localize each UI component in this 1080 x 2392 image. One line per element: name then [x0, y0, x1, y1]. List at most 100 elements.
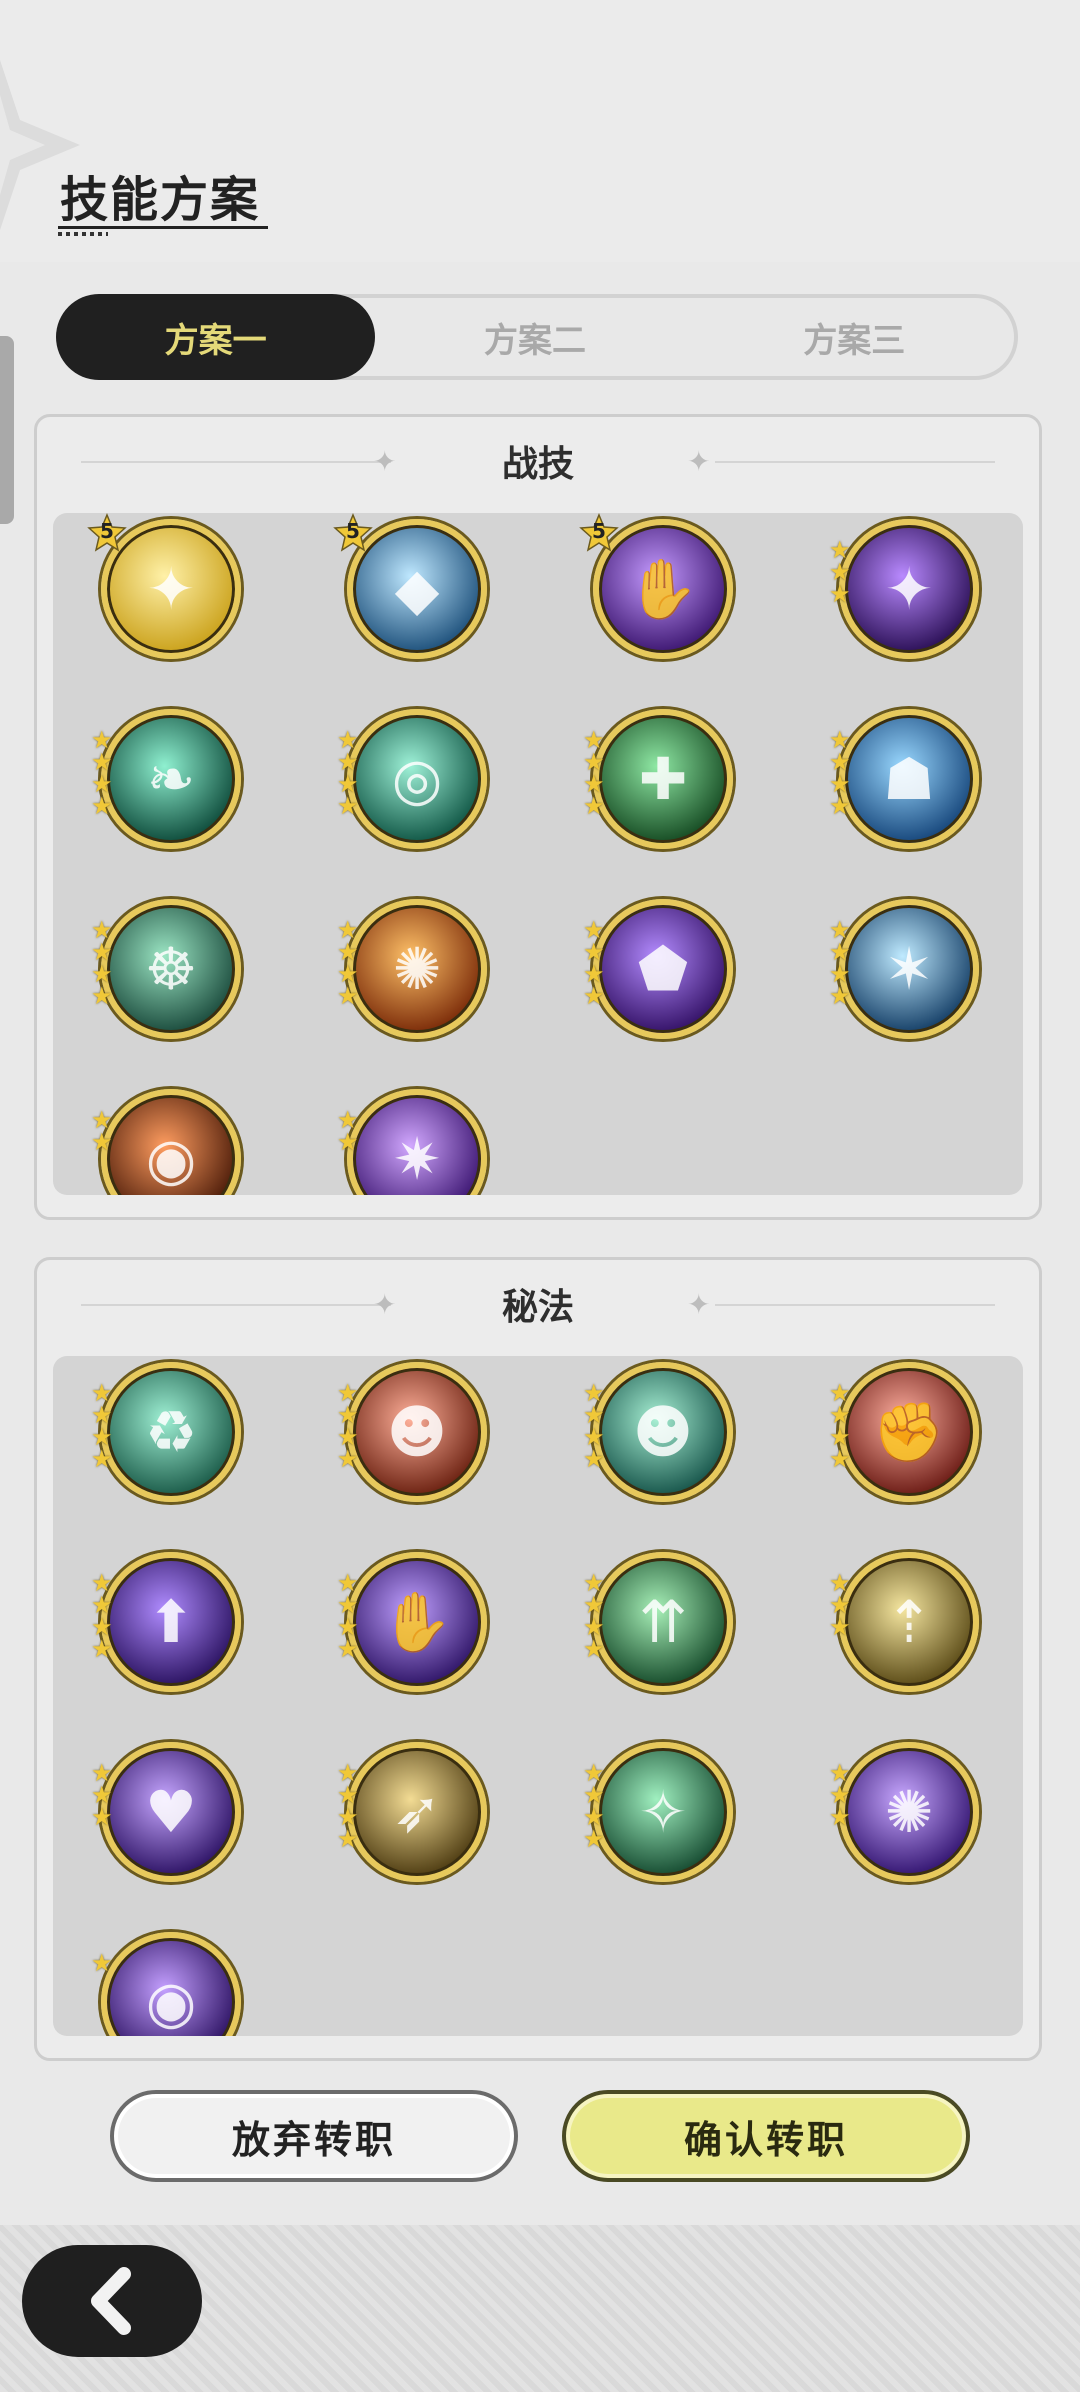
fire-vortex-icon[interactable]: ◉	[101, 1089, 241, 1195]
star-rating: ★ ★ ★	[829, 1761, 851, 1829]
icon-glyph: ◉	[145, 1968, 197, 2036]
red-person-icon[interactable]: ☻	[347, 1362, 487, 1502]
star-rating: ★ ★ ★ ★	[91, 918, 113, 1010]
star-rating: ★ ★ ★ ★	[829, 728, 851, 818]
green-person-icon[interactable]: ☻	[593, 1362, 733, 1502]
confirm-class-change-button[interactable]: 确认转职	[562, 2090, 970, 2182]
sparkle-icon: ✦	[687, 1288, 711, 1321]
back-button[interactable]	[22, 2245, 202, 2357]
star-icon: ★	[583, 1635, 605, 1663]
skills-panel-header: ✦ 战技 ✦	[37, 417, 1039, 509]
star-rating-count: 5	[346, 519, 360, 543]
blue-spirit-icon[interactable]: ☗	[839, 709, 979, 849]
green-pillar-icon[interactable]: ⇈	[593, 1552, 733, 1692]
star-rating: ★ ★ ★ ★	[583, 1381, 605, 1473]
icon-glyph: ♥	[145, 1778, 197, 1846]
star-rating: ★ ★ ★ ★	[337, 728, 359, 820]
purple-arm-icon[interactable]: ✋	[347, 1552, 487, 1692]
star-icon: ★	[91, 792, 113, 820]
star-rating: ★ ★ ★ ★	[583, 918, 605, 1010]
star-rating-badge: 5	[579, 513, 619, 553]
icon-glyph: ⬟	[637, 935, 689, 1003]
star-rating: ★ ★ ★ ★	[337, 1381, 359, 1473]
side-drawer-handle[interactable]	[0, 336, 14, 524]
gold-wing-icon[interactable]: ➶	[347, 1742, 487, 1882]
divider-line	[715, 1304, 995, 1306]
red-fist-icon[interactable]: ✊	[839, 1362, 979, 1502]
abandon-class-change-button[interactable]: 放弃转职	[110, 2090, 518, 2182]
fire-swirl-icon[interactable]: ✺	[347, 899, 487, 1039]
icon-glyph: ⬆	[146, 1588, 196, 1656]
star-rating: ★ ★ ★ ★	[91, 1381, 113, 1473]
tab-plan-1[interactable]: 方案一	[56, 294, 376, 380]
star-rating: ★ ★	[91, 1108, 113, 1156]
star-rating: ★ ★	[337, 1108, 359, 1154]
icon-glyph: ✋	[380, 1587, 454, 1656]
tab-plan-3[interactable]: 方案三	[695, 298, 1014, 376]
green-sparkle-icon[interactable]: ✧	[593, 1742, 733, 1882]
tab-plan-2[interactable]: 方案二	[375, 298, 694, 376]
star-icon: ★	[829, 1613, 851, 1641]
icon-glyph: ☗	[883, 745, 935, 813]
icon-glyph: ⇡	[884, 1588, 934, 1656]
star-rating: ★ ★ ★ ★	[91, 728, 113, 820]
secrets-panel: ✦ 秘法 ✦ ♻ ★ ★ ★ ★ ☻ ★ ★ ★ ★ ☻ ★ ★ ★ ★ ✊ ★ ★ ★ ★ ⬆ ★ ★ ★ ★ ✋ ★ ★ ★ ★ ⇈ ★ ★…	[34, 1257, 1042, 2061]
star-icon: ★	[337, 792, 359, 820]
icon-glyph: ✧	[638, 1778, 688, 1846]
star-icon: ★	[91, 982, 113, 1010]
star-rating: ★ ★ ★ ★	[91, 1571, 113, 1663]
gold-feather-icon[interactable]: ⇡	[839, 1552, 979, 1692]
star-rating: ★ ★ ★	[91, 1761, 113, 1829]
star-icon: ★	[337, 1825, 359, 1853]
icon-glyph: ✶	[884, 935, 934, 1003]
star-icon: ★	[583, 1445, 605, 1473]
star-icon: ★	[337, 982, 359, 1010]
purple-star-burst-icon[interactable]: ✦	[839, 519, 979, 659]
star-icon: ★	[337, 1635, 359, 1663]
purple-spiral-icon[interactable]: ✺	[839, 1742, 979, 1882]
star-rating-count: 5	[100, 519, 114, 543]
icon-glyph: ◉	[145, 1125, 197, 1193]
star-rating: ★	[91, 1951, 113, 1975]
icon-glyph: ◎	[391, 745, 443, 813]
icon-glyph: ✷	[392, 1125, 442, 1193]
star-rating: ★ ★ ★	[829, 1571, 851, 1641]
ice-shatter-icon[interactable]: ✶	[839, 899, 979, 1039]
icon-glyph: ⇈	[638, 1588, 688, 1656]
secrets-grid: ♻ ★ ★ ★ ★ ☻ ★ ★ ★ ★ ☻ ★ ★ ★ ★ ✊ ★ ★ ★ ★ ⬆ ★ ★ ★ ★ ✋ ★ ★ ★ ★ ⇈ ★ ★ ★ ★ ⇡ ★ ★ ★ ♥…	[53, 1356, 1023, 2036]
star-icon: ★	[829, 1445, 851, 1473]
icon-glyph: ✺	[392, 935, 442, 1003]
star-icon: ★	[91, 1445, 113, 1473]
title-underline	[58, 226, 268, 229]
icon-glyph: ☻	[386, 1398, 448, 1466]
chevron-left-icon	[91, 2267, 131, 2335]
purple-uplift-icon[interactable]: ⬆	[101, 1552, 241, 1692]
star-rating-badge: 5	[333, 513, 373, 553]
star-rating: ★ ★ ★ ★	[583, 1571, 605, 1663]
green-meditation-icon[interactable]: ☸	[101, 899, 241, 1039]
star-icon: ★	[91, 1635, 113, 1663]
star-icon: ★	[583, 1825, 605, 1853]
star-rating: ★ ★ ★ ★	[337, 1571, 359, 1663]
star-icon: ★	[583, 792, 605, 820]
star-rating: ★ ★ ★ ★	[583, 728, 605, 820]
star-icon: ★	[91, 1128, 113, 1156]
purple-heart-icon[interactable]: ♥	[101, 1742, 241, 1882]
purple-eye-icon[interactable]: ◉	[101, 1932, 241, 2036]
purple-burst-icon[interactable]: ✷	[347, 1089, 487, 1195]
wind-leaf-icon[interactable]: ❧	[101, 709, 241, 849]
icon-glyph: ✺	[884, 1778, 934, 1846]
star-icon: ★	[829, 580, 851, 608]
green-vortex-icon[interactable]: ◎	[347, 709, 487, 849]
green-cycle-icon[interactable]: ♻	[101, 1362, 241, 1502]
star-rating: ★ ★ ★ ★	[829, 918, 851, 1008]
icon-glyph: ✦	[884, 555, 934, 623]
icon-glyph: ☻	[632, 1398, 694, 1466]
page-title: 技能方案	[60, 172, 261, 228]
icon-glyph: ♻	[145, 1398, 197, 1466]
star-icon: ★	[583, 982, 605, 1010]
green-plus-heal-icon[interactable]: ✚	[593, 709, 733, 849]
purple-shield-icon[interactable]: ⬟	[593, 899, 733, 1039]
star-icon: ★	[337, 1445, 359, 1473]
star-rating: ★ ★ ★ ★	[337, 1761, 359, 1853]
